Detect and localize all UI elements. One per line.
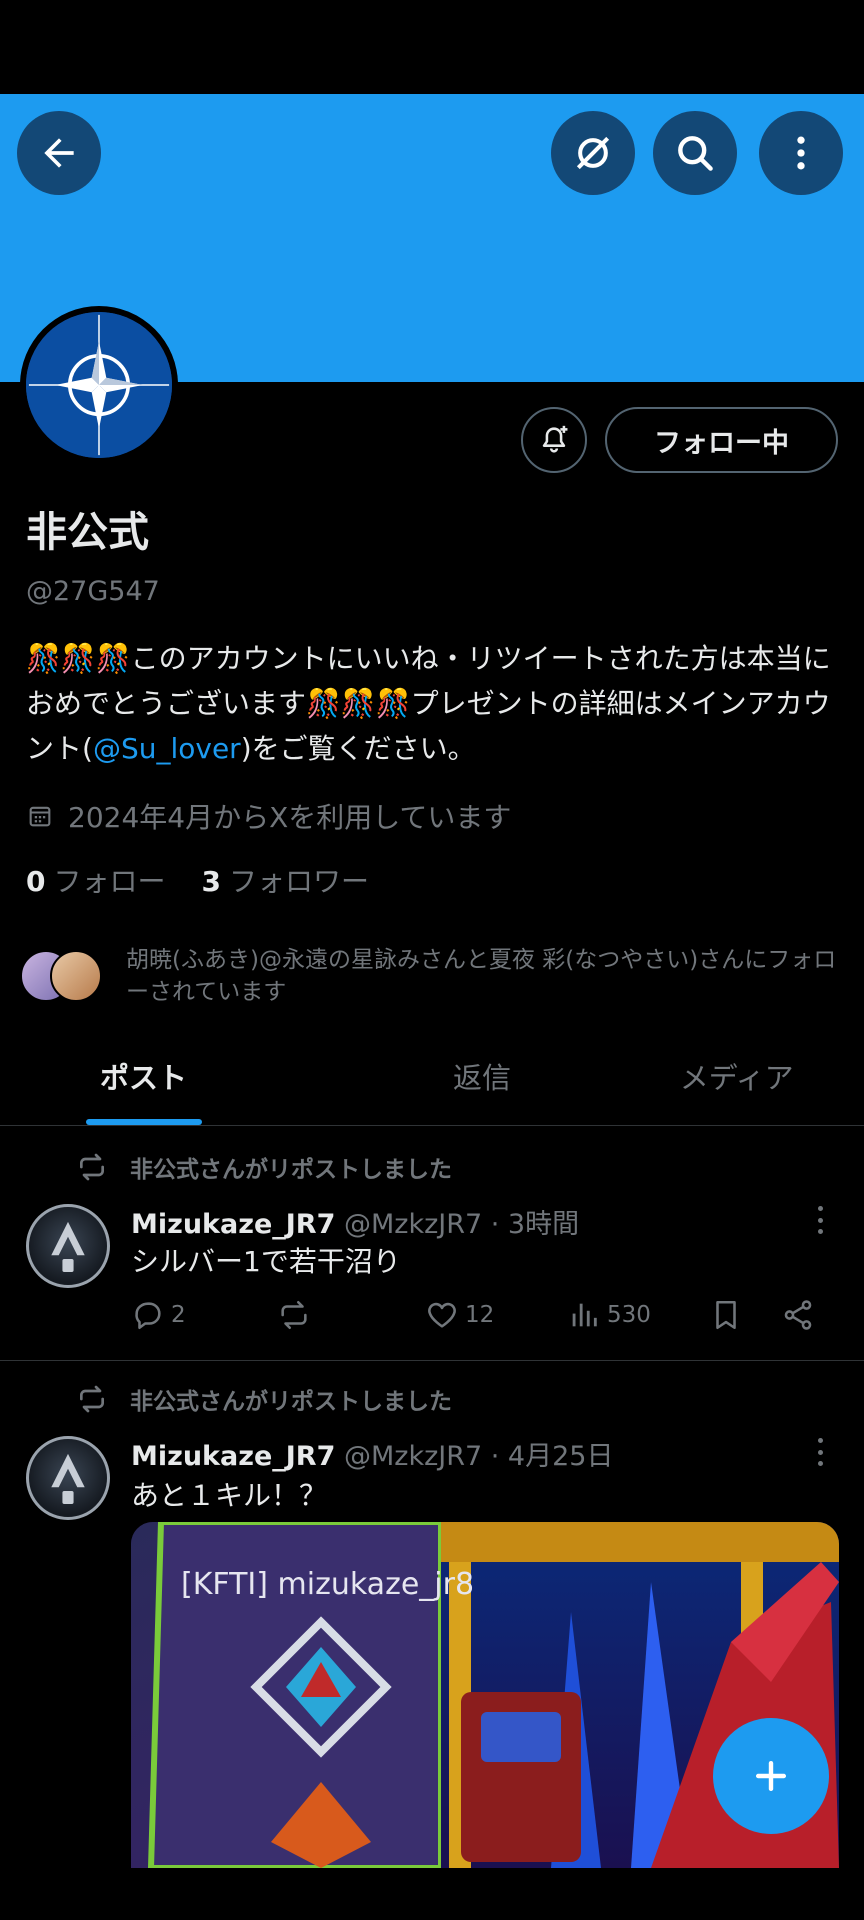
post-author-avatar[interactable] [26,1204,110,1288]
post-header: Mizukaze_JR7 @MzkzJR7 · 3時間 [131,1202,579,1241]
avatar [50,950,102,1002]
bio-mention-link[interactable]: @Su_lover [93,732,241,765]
bookmark-button[interactable] [709,1298,743,1332]
post-author-name[interactable]: Mizukaze_JR7 [131,1209,335,1240]
search-icon [678,136,713,171]
analytics-icon [572,1303,597,1327]
mutual-followers[interactable]: 胡暁(ふあき)@永遠の星詠みさんと夏夜 彩(なつやさい)さんにフォローされていま… [20,944,850,1008]
following-count: 0 [26,865,46,898]
reply-count: 2 [171,1302,186,1328]
like-button[interactable]: 12 [425,1298,494,1332]
repost-button[interactable] [277,1298,311,1332]
repost-label: 非公式さんがリポストしました [130,1389,452,1415]
tab-media[interactable]: メディア [609,1026,864,1125]
plus-icon [755,1760,787,1792]
join-date: 2024年4月からXを利用しています [26,796,511,836]
views-button[interactable]: 530 [567,1298,651,1332]
media-caption: [KFTI] mizukaze_jr8 [181,1567,474,1602]
post-text: シルバー1で若干沼り [131,1245,401,1278]
repost-label: 非公式さんがリポストしました [130,1157,452,1183]
search-button[interactable] [653,111,737,195]
repost-icon [80,1385,104,1413]
share-icon [784,1300,812,1330]
compose-button[interactable] [713,1718,829,1834]
post-meta: @MzkzJR7 · 4月25日 [343,1441,614,1472]
bookmark-icon [716,1300,736,1330]
repost-icon [80,1153,104,1181]
post-author-name[interactable]: Mizukaze_JR7 [131,1441,335,1472]
more-button[interactable] [759,111,843,195]
mutual-followers-text: 胡暁(ふあき)@永遠の星詠みさんと夏夜 彩(なつやさい)さんにフォローされていま… [126,947,837,1005]
post-more-button[interactable] [810,1200,830,1240]
tab-posts[interactable]: ポスト [0,1026,355,1125]
grok-button[interactable] [551,111,635,195]
post-text: あと１キル！？ [131,1479,328,1512]
compass-star-icon [26,312,172,458]
repost-icon [281,1300,307,1330]
repost-indicator: 非公式さんがリポストしました [76,1150,452,1184]
followers-label: フォロワー [228,865,369,898]
post-meta: @MzkzJR7 · 3時間 [343,1209,580,1240]
join-date-text: 2024年4月からXを利用しています [68,801,512,834]
following-button[interactable]: フォロー中 [605,407,838,473]
username: @27G547 [26,576,160,607]
mutual-avatars [20,950,102,1006]
reply-icon [135,1302,161,1330]
bell-plus-icon [542,425,568,453]
profile-tabs: ポスト 返信 メディア [0,1026,864,1126]
repost-indicator: 非公式さんがリポストしました [76,1382,452,1416]
reply-button[interactable]: 2 [131,1298,186,1332]
profile-bio: 🎊🎊🎊このアカウントにいいね・リツイートされた方は本当におめでとうございます🎊🎊… [26,636,846,771]
display-name: 非公式 [26,508,149,556]
post-divider [0,1360,864,1361]
notification-button[interactable] [521,407,587,473]
post-actions: 2 12 530 [131,1298,831,1338]
back-button[interactable] [17,111,101,195]
status-bar [0,0,864,94]
grok-icon [576,136,610,170]
more-vertical-icon [797,136,805,170]
like-count: 12 [465,1302,495,1328]
followers-count: 3 [201,865,221,898]
apex-logo-icon [51,1221,85,1272]
post-more-button[interactable] [810,1432,830,1472]
post-author-avatar[interactable] [26,1436,110,1520]
calendar-icon [29,806,51,827]
post-header: Mizukaze_JR7 @MzkzJR7 · 4月25日 [131,1434,613,1473]
share-button[interactable] [781,1298,815,1332]
profile-avatar[interactable] [20,306,178,464]
heart-icon [428,1302,456,1328]
tab-replies[interactable]: 返信 [355,1026,610,1125]
arrow-left-icon [44,138,74,168]
bio-text-end: )をご覧ください。 [240,732,476,765]
follow-stats: 0 フォロー 3 フォロワー [26,860,369,900]
apex-logo-icon [51,1453,85,1504]
followers-link[interactable]: 3 フォロワー [202,860,370,900]
view-count: 530 [607,1302,651,1328]
following-link[interactable]: 0 フォロー [26,860,166,900]
following-label: フォロー [53,865,166,898]
